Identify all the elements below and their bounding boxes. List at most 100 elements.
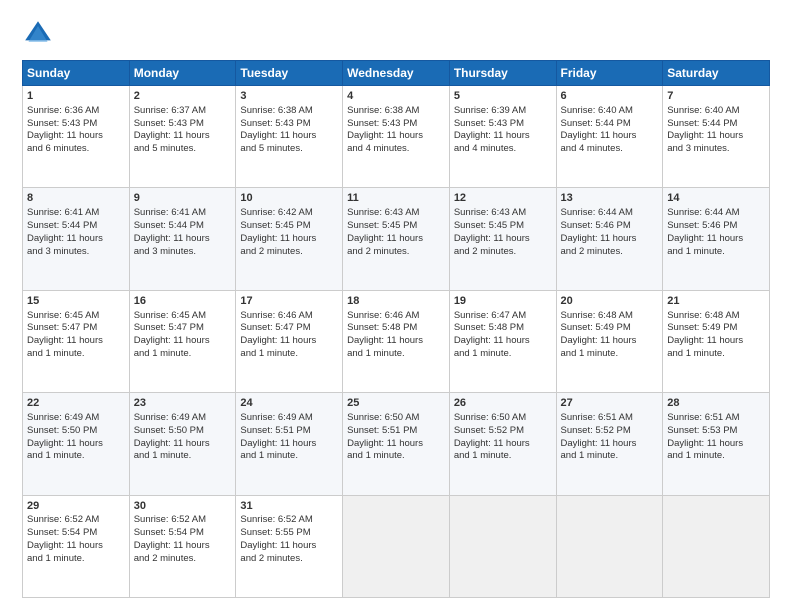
cell-line: Sunset: 5:44 PM [27, 220, 125, 233]
calendar-cell: 27Sunrise: 6:51 AMSunset: 5:52 PMDayligh… [556, 393, 663, 495]
day-number: 31 [240, 499, 338, 514]
cell-line: and 2 minutes. [561, 246, 659, 259]
cell-line: Sunrise: 6:45 AM [134, 310, 232, 323]
cell-line: and 3 minutes. [667, 143, 765, 156]
calendar-cell: 31Sunrise: 6:52 AMSunset: 5:55 PMDayligh… [236, 495, 343, 597]
cell-line: Daylight: 11 hours [347, 130, 445, 143]
calendar-header-row: SundayMondayTuesdayWednesdayThursdayFrid… [23, 61, 770, 86]
cell-line: and 2 minutes. [454, 246, 552, 259]
day-number: 15 [27, 294, 125, 309]
cell-line: Daylight: 11 hours [240, 335, 338, 348]
day-of-week-monday: Monday [129, 61, 236, 86]
cell-line: Sunset: 5:48 PM [347, 322, 445, 335]
cell-line: and 1 minute. [347, 450, 445, 463]
cell-line: and 5 minutes. [240, 143, 338, 156]
cell-line: Daylight: 11 hours [667, 335, 765, 348]
day-number: 17 [240, 294, 338, 309]
cell-line: Daylight: 11 hours [561, 335, 659, 348]
calendar-cell: 28Sunrise: 6:51 AMSunset: 5:53 PMDayligh… [663, 393, 770, 495]
calendar-cell: 10Sunrise: 6:42 AMSunset: 5:45 PMDayligh… [236, 188, 343, 290]
cell-line: Daylight: 11 hours [134, 130, 232, 143]
cell-line: Daylight: 11 hours [347, 233, 445, 246]
day-number: 28 [667, 396, 765, 411]
cell-line: Daylight: 11 hours [667, 130, 765, 143]
day-number: 27 [561, 396, 659, 411]
cell-line: Sunset: 5:49 PM [667, 322, 765, 335]
cell-line: and 4 minutes. [347, 143, 445, 156]
cell-line: and 6 minutes. [27, 143, 125, 156]
cell-line: Sunset: 5:49 PM [561, 322, 659, 335]
calendar-cell [449, 495, 556, 597]
calendar-cell: 11Sunrise: 6:43 AMSunset: 5:45 PMDayligh… [343, 188, 450, 290]
day-of-week-friday: Friday [556, 61, 663, 86]
calendar-cell: 7Sunrise: 6:40 AMSunset: 5:44 PMDaylight… [663, 86, 770, 188]
calendar-cell: 4Sunrise: 6:38 AMSunset: 5:43 PMDaylight… [343, 86, 450, 188]
cell-line: and 1 minute. [561, 348, 659, 361]
day-number: 26 [454, 396, 552, 411]
day-number: 3 [240, 89, 338, 104]
calendar-cell: 6Sunrise: 6:40 AMSunset: 5:44 PMDaylight… [556, 86, 663, 188]
cell-line: Daylight: 11 hours [240, 233, 338, 246]
day-of-week-sunday: Sunday [23, 61, 130, 86]
cell-line: and 1 minute. [240, 348, 338, 361]
calendar-cell: 21Sunrise: 6:48 AMSunset: 5:49 PMDayligh… [663, 290, 770, 392]
header [22, 18, 770, 50]
cell-line: and 1 minute. [667, 246, 765, 259]
day-number: 18 [347, 294, 445, 309]
cell-line: Sunset: 5:55 PM [240, 527, 338, 540]
cell-line: and 2 minutes. [240, 553, 338, 566]
cell-line: Daylight: 11 hours [134, 540, 232, 553]
cell-line: Sunrise: 6:41 AM [134, 207, 232, 220]
cell-line: Sunset: 5:51 PM [240, 425, 338, 438]
calendar-cell: 9Sunrise: 6:41 AMSunset: 5:44 PMDaylight… [129, 188, 236, 290]
cell-line: Sunset: 5:52 PM [561, 425, 659, 438]
cell-line: Sunrise: 6:49 AM [27, 412, 125, 425]
cell-line: Sunrise: 6:48 AM [667, 310, 765, 323]
cell-line: Daylight: 11 hours [454, 130, 552, 143]
day-number: 30 [134, 499, 232, 514]
cell-line: Daylight: 11 hours [134, 438, 232, 451]
cell-line: Sunset: 5:47 PM [134, 322, 232, 335]
cell-line: Sunrise: 6:50 AM [454, 412, 552, 425]
cell-line: Daylight: 11 hours [561, 438, 659, 451]
calendar-week-3: 15Sunrise: 6:45 AMSunset: 5:47 PMDayligh… [23, 290, 770, 392]
day-number: 11 [347, 191, 445, 206]
day-number: 12 [454, 191, 552, 206]
cell-line: and 4 minutes. [561, 143, 659, 156]
cell-line: Sunset: 5:45 PM [240, 220, 338, 233]
cell-line: Sunset: 5:47 PM [240, 322, 338, 335]
calendar-cell: 14Sunrise: 6:44 AMSunset: 5:46 PMDayligh… [663, 188, 770, 290]
cell-line: Daylight: 11 hours [134, 335, 232, 348]
cell-line: Sunrise: 6:48 AM [561, 310, 659, 323]
cell-line: Daylight: 11 hours [240, 438, 338, 451]
cell-line: and 1 minute. [454, 450, 552, 463]
cell-line: Daylight: 11 hours [27, 130, 125, 143]
calendar-cell: 30Sunrise: 6:52 AMSunset: 5:54 PMDayligh… [129, 495, 236, 597]
cell-line: Sunset: 5:46 PM [561, 220, 659, 233]
cell-line: Daylight: 11 hours [240, 130, 338, 143]
cell-line: Daylight: 11 hours [454, 335, 552, 348]
cell-line: Sunrise: 6:47 AM [454, 310, 552, 323]
calendar-cell: 16Sunrise: 6:45 AMSunset: 5:47 PMDayligh… [129, 290, 236, 392]
logo-icon [22, 18, 54, 50]
cell-line: Sunrise: 6:43 AM [347, 207, 445, 220]
day-of-week-thursday: Thursday [449, 61, 556, 86]
day-of-week-tuesday: Tuesday [236, 61, 343, 86]
cell-line: Sunrise: 6:45 AM [27, 310, 125, 323]
cell-line: Sunset: 5:54 PM [134, 527, 232, 540]
cell-line: Sunrise: 6:40 AM [667, 105, 765, 118]
day-number: 24 [240, 396, 338, 411]
day-number: 20 [561, 294, 659, 309]
day-number: 16 [134, 294, 232, 309]
day-number: 7 [667, 89, 765, 104]
cell-line: Sunrise: 6:52 AM [240, 514, 338, 527]
cell-line: Sunset: 5:43 PM [27, 118, 125, 131]
day-number: 2 [134, 89, 232, 104]
calendar-cell: 12Sunrise: 6:43 AMSunset: 5:45 PMDayligh… [449, 188, 556, 290]
cell-line: Sunrise: 6:49 AM [240, 412, 338, 425]
cell-line: Daylight: 11 hours [27, 438, 125, 451]
day-number: 10 [240, 191, 338, 206]
cell-line: Sunrise: 6:52 AM [134, 514, 232, 527]
cell-line: Sunset: 5:46 PM [667, 220, 765, 233]
cell-line: and 1 minute. [27, 553, 125, 566]
